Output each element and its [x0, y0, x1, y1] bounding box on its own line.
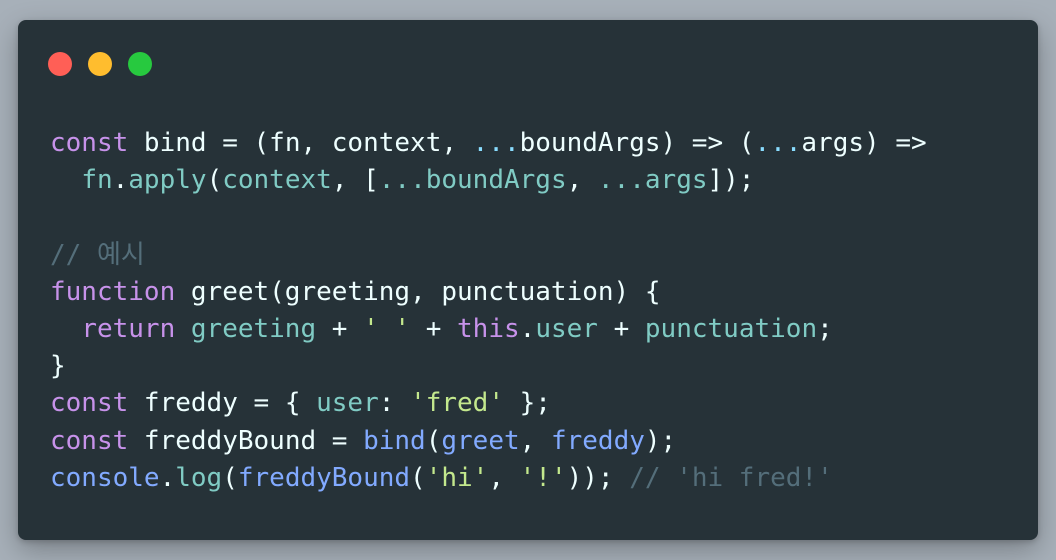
code-token: + [316, 313, 364, 344]
code-token: console [50, 462, 160, 493]
code-token: freddyBound [237, 462, 411, 493]
code-token: apply [128, 165, 207, 196]
code-token: + [410, 313, 458, 344]
code-token: , [519, 425, 551, 456]
code-token: args) => [801, 128, 927, 158]
code-token: 'hi' [425, 462, 489, 493]
code-token: user [535, 313, 598, 344]
code-token: ...boundArgs [378, 165, 567, 196]
code-line: return greeting + ' ' + this.user + punc… [50, 311, 927, 348]
code-token: , [566, 165, 598, 196]
zoom-button[interactable] [128, 52, 152, 76]
code-token: bind [363, 425, 426, 456]
code-token: ]); [707, 165, 755, 196]
code-token: ...args [597, 165, 708, 196]
code-line: const freddyBound = bind(greet, freddy); [50, 423, 927, 460]
code-token: function [50, 276, 176, 307]
code-line: } [50, 348, 927, 385]
code-token: } [50, 351, 66, 382]
code-token: , [ [331, 165, 379, 196]
code-token: ); [644, 425, 677, 456]
code-token: 'fred' [410, 388, 504, 419]
code-token: // 예시 [50, 239, 145, 270]
code-token: freddyBound = [128, 425, 364, 456]
code-token: . [112, 165, 129, 196]
code-token: + [597, 313, 645, 344]
code-line: const bind = (fn, context, ...boundArgs)… [50, 125, 927, 162]
code-token: ... [472, 128, 520, 158]
code-token: punctuation [644, 313, 818, 344]
code-line: // 예시 [50, 237, 927, 274]
code-token: user [316, 388, 379, 419]
code-line: fn.apply(context, [...boundArgs, ...args… [50, 162, 927, 199]
code-token: const [50, 128, 129, 158]
code-token: . [519, 313, 536, 344]
code-token: this [457, 313, 520, 344]
code-token: // 'hi fred!' [629, 462, 833, 493]
code-token: greeting [190, 313, 317, 344]
code-line: ​ [50, 199, 927, 236]
code-token: freddy [550, 425, 645, 456]
code-token: ' ' [363, 313, 411, 344]
code-token: bind = (fn, context, [128, 128, 473, 158]
code-line: function greet(greeting, punctuation) { [50, 274, 927, 311]
code-line: console.log(freddyBound('hi', '!')); // … [50, 460, 927, 497]
close-button[interactable] [48, 52, 72, 76]
code-token: ( [206, 165, 223, 196]
code-token: context [222, 165, 332, 196]
code-token: return [81, 313, 176, 344]
code-token: '!' [519, 462, 567, 493]
code-token: log [175, 462, 223, 493]
code-token: const [50, 388, 129, 419]
code-token: greet [441, 425, 520, 456]
code-token: const [50, 425, 129, 456]
window-controls [48, 52, 152, 76]
code-token: ... [754, 128, 802, 158]
code-token: ( [410, 462, 426, 493]
code-snippet: const bind = (fn, context, ...boundArgs)… [50, 125, 927, 497]
code-token: }; [503, 388, 551, 419]
code-token: , [488, 462, 520, 493]
code-token: . [159, 462, 176, 493]
code-window: const bind = (fn, context, ...boundArgs)… [18, 20, 1038, 540]
code-token: : [378, 388, 411, 419]
code-token: fn [81, 165, 113, 196]
code-token: boundArgs) => ( [519, 128, 755, 158]
code-token: ; [817, 313, 833, 344]
minimize-button[interactable] [88, 52, 112, 76]
code-token: ( [222, 462, 238, 493]
code-token: greet(greeting, punctuation) { [175, 276, 661, 307]
code-token: )); [566, 462, 630, 493]
code-token: ( [425, 425, 442, 456]
code-line: const freddy = { user: 'fred' }; [50, 385, 927, 422]
code-token: freddy = { [128, 388, 317, 419]
